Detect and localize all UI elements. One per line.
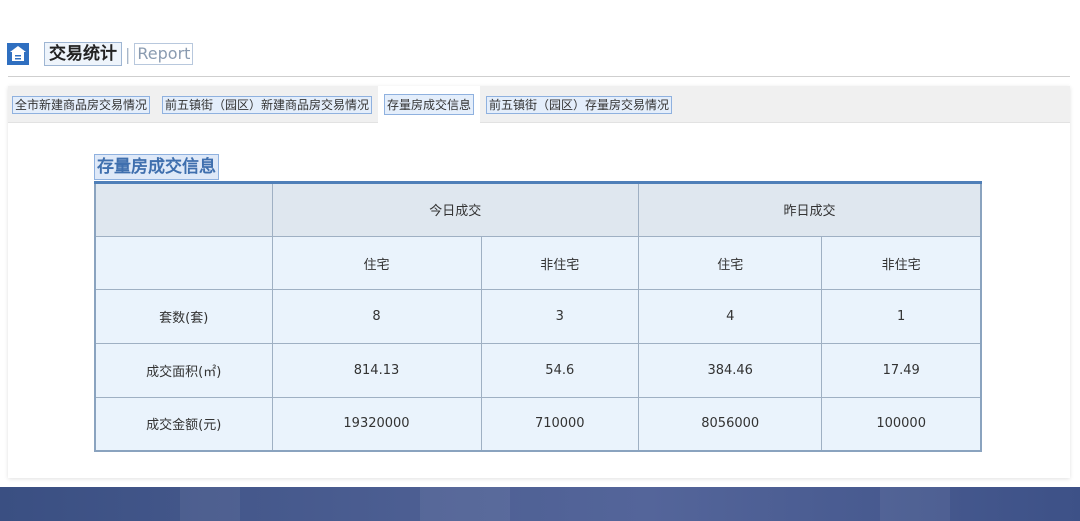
subheader-corner-cell bbox=[94, 235, 273, 291]
table-cell: 384.46 bbox=[638, 343, 823, 398]
table-row: 成交金额(元) 19320000 710000 8056000 100000 bbox=[94, 396, 982, 452]
banner-building-shape bbox=[880, 487, 950, 521]
tab-existing-housing[interactable]: 存量房成交信息 bbox=[378, 85, 481, 123]
subheader-today-residential: 住宅 bbox=[271, 235, 482, 291]
report-panel: 全市新建商品房交易情况 前五镇街（园区）新建商品房交易情况 存量房成交信息 前五… bbox=[8, 85, 1070, 478]
building-icon bbox=[7, 43, 29, 65]
table-cell: 100000 bbox=[821, 396, 982, 452]
banner-building-shape bbox=[180, 487, 240, 521]
tab-top5-existing-housing[interactable]: 前五镇街（园区）存量房交易情况 bbox=[486, 93, 673, 116]
header-corner-cell bbox=[94, 182, 273, 237]
table-cell: 814.13 bbox=[271, 343, 482, 398]
table-cell: 710000 bbox=[480, 396, 640, 452]
tab-city-new-housing[interactable]: 全市新建商品房交易情况 bbox=[12, 93, 151, 116]
header-divider bbox=[8, 76, 1070, 77]
tab-top5-new-housing[interactable]: 前五镇街（园区）新建商品房交易情况 bbox=[162, 93, 373, 116]
table-cell: 19320000 bbox=[271, 396, 482, 452]
table-cell: 8 bbox=[271, 289, 482, 345]
table-header-row: 今日成交 昨日成交 bbox=[94, 182, 982, 237]
row-label: 成交金额(元) bbox=[94, 396, 273, 452]
table-cell: 54.6 bbox=[480, 343, 640, 398]
banner-building-shape bbox=[420, 487, 510, 521]
table-subheader-row: 住宅 非住宅 住宅 非住宅 bbox=[94, 235, 982, 291]
table-cell: 8056000 bbox=[638, 396, 823, 452]
row-label: 套数(套) bbox=[94, 289, 273, 345]
table-row: 成交面积(㎡) 814.13 54.6 384.46 17.49 bbox=[94, 343, 982, 398]
table-row: 套数(套) 8 3 4 1 bbox=[94, 289, 982, 345]
page-header: 交易统计 | Report bbox=[6, 40, 1070, 68]
today-group-header: 今日成交 bbox=[271, 182, 640, 237]
table-cell: 3 bbox=[480, 289, 640, 345]
table-cell: 17.49 bbox=[821, 343, 982, 398]
footer-banner-image bbox=[0, 487, 1080, 521]
table-cell: 1 bbox=[821, 289, 982, 345]
table-cell: 4 bbox=[638, 289, 823, 345]
page-title: 交易统计 bbox=[44, 42, 122, 66]
row-label: 成交面积(㎡) bbox=[94, 343, 273, 398]
tab-bar: 全市新建商品房交易情况 前五镇街（园区）新建商品房交易情况 存量房成交信息 前五… bbox=[8, 85, 1070, 123]
table-title: 存量房成交信息 bbox=[94, 154, 219, 180]
subheader-yesterday-residential: 住宅 bbox=[638, 235, 823, 291]
page-subtitle: Report bbox=[134, 43, 194, 65]
transaction-table: 今日成交 昨日成交 住宅 非住宅 住宅 非住宅 套数(套) 8 3 4 1 成交… bbox=[94, 181, 982, 452]
yesterday-group-header: 昨日成交 bbox=[638, 182, 982, 237]
title-separator: | bbox=[125, 44, 131, 64]
subheader-today-non-residential: 非住宅 bbox=[480, 235, 640, 291]
subheader-yesterday-non-residential: 非住宅 bbox=[821, 235, 982, 291]
